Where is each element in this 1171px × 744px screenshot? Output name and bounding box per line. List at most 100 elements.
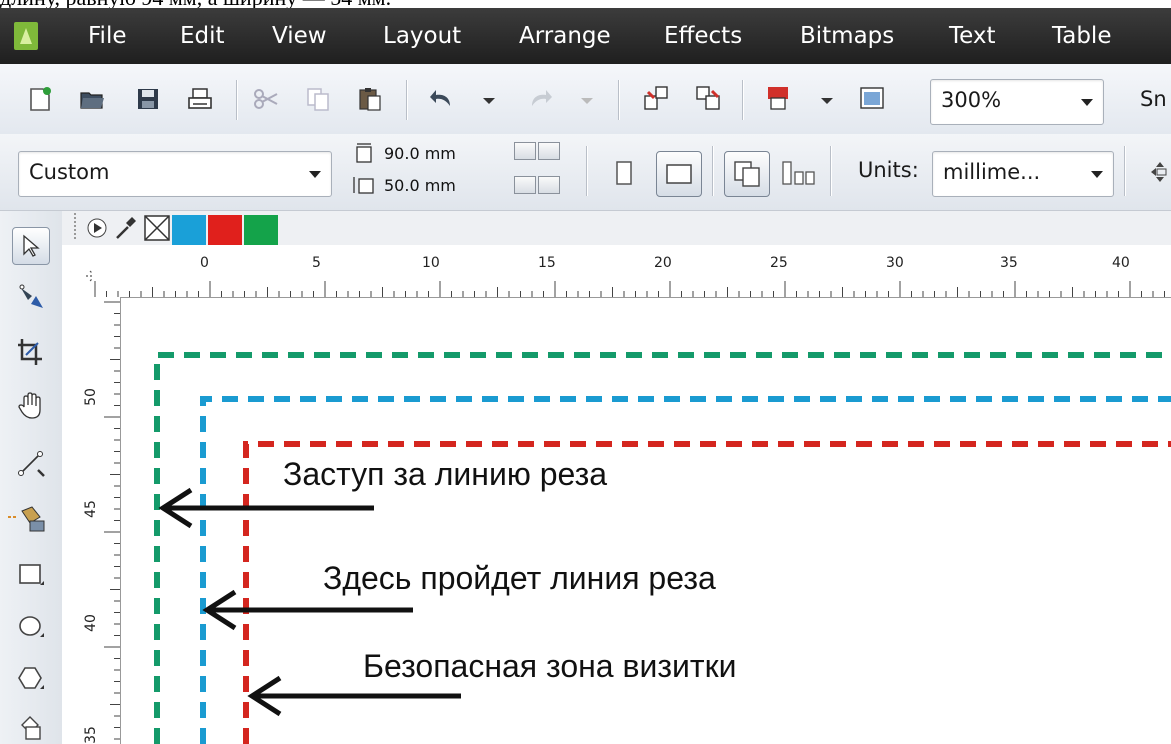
basic-shapes-tool-icon[interactable]: [16, 713, 46, 743]
page-preset-dropdown-arrow-icon: [309, 171, 321, 178]
v-ruler-label: 35: [82, 726, 99, 744]
no-color-swatch-icon[interactable]: [144, 215, 170, 241]
menu-file[interactable]: File: [88, 20, 127, 52]
new-document-icon[interactable]: [26, 85, 54, 113]
h-ruler-label: 5: [312, 255, 321, 271]
h-ruler-label: 30: [886, 255, 904, 271]
undo-dropdown-arrow-icon[interactable]: [482, 97, 496, 105]
toolbar-separator: [1124, 146, 1126, 196]
redo-icon[interactable]: [526, 84, 554, 112]
document-palette: [62, 211, 1171, 245]
horizontal-ruler[interactable]: 0 5 10 15 20 25 30 35 40: [92, 245, 1171, 298]
coreldraw-logo-icon: [14, 22, 38, 50]
landscape-orientation-icon: [666, 164, 692, 184]
h-ruler-label: 25: [770, 255, 788, 271]
arrow-to-cut-line: [202, 589, 413, 631]
bleed-dashed-line[interactable]: [154, 352, 1171, 744]
toolbar-separator: [742, 80, 744, 120]
smart-fill-tool-icon[interactable]: [8, 503, 48, 533]
drawing-canvas[interactable]: Заступ за линию реза Здесь пройдет линия…: [121, 298, 1171, 744]
toolbar-separator: [830, 146, 832, 196]
safe-zone-annotation: Безопасная зона визитки: [363, 648, 737, 684]
page-width-icon: [356, 143, 372, 163]
width-increase-button[interactable]: [538, 142, 560, 160]
units-dropdown-arrow-icon: [1091, 171, 1103, 178]
zoom-level-value: 300%: [941, 88, 1002, 112]
export-icon[interactable]: [694, 84, 722, 112]
save-icon[interactable]: [134, 85, 162, 113]
cut-icon[interactable]: [252, 85, 280, 113]
ellipse-tool-icon[interactable]: [16, 611, 46, 641]
units-label: Units:: [858, 158, 919, 182]
polygon-tool-icon[interactable]: [16, 663, 46, 693]
page-height-value[interactable]: 50.0 mm: [384, 176, 456, 195]
print-icon[interactable]: [186, 85, 214, 113]
width-decrease-button[interactable]: [514, 142, 536, 160]
palette-grip[interactable]: [74, 213, 76, 241]
portrait-orientation-icon[interactable]: [616, 161, 632, 185]
menu-table[interactable]: Table: [1052, 20, 1111, 52]
standard-toolbar: 300% Sn: [0, 64, 1171, 135]
palette-swatch-red[interactable]: [208, 215, 242, 245]
redo-dropdown-arrow-icon[interactable]: [580, 97, 594, 105]
palette-play-icon[interactable]: [86, 217, 108, 239]
full-screen-preview-icon[interactable]: [858, 84, 886, 112]
height-decrease-button[interactable]: [514, 176, 536, 194]
all-pages-icon: [734, 161, 760, 187]
toolbar-separator: [618, 80, 620, 120]
units-dropdown[interactable]: millime...: [932, 151, 1114, 197]
vertical-ruler[interactable]: 50 45 40 35: [62, 297, 121, 744]
toolbar-separator: [406, 80, 408, 120]
current-page-icon[interactable]: [782, 160, 816, 186]
pick-tool-arrow-icon: [23, 234, 40, 257]
all-pages-button[interactable]: [724, 151, 770, 197]
page-width-value[interactable]: 90.0 mm: [384, 144, 456, 163]
palette-swatch-green[interactable]: [244, 215, 278, 245]
crop-tool-icon[interactable]: [16, 337, 46, 367]
eyedropper-icon[interactable]: [114, 215, 138, 241]
page-size-preset-dropdown[interactable]: Custom: [18, 151, 332, 197]
h-ruler-label: 20: [654, 255, 672, 271]
menu-edit[interactable]: Edit: [180, 20, 225, 52]
undo-icon[interactable]: [428, 84, 456, 112]
nudge-distance-icon[interactable]: [1150, 161, 1170, 183]
open-folder-icon[interactable]: [78, 85, 106, 113]
toolbar-separator: [586, 146, 588, 196]
menu-arrange[interactable]: Arrange: [519, 20, 611, 52]
paste-icon[interactable]: [356, 85, 384, 113]
property-bar: Custom 90.0 mm 50.0 mm Units: millime...: [0, 134, 1171, 211]
publish-dropdown-arrow-icon[interactable]: [820, 97, 834, 105]
bleed-annotation: Заступ за линию реза: [283, 456, 608, 492]
palette-swatch-cyan[interactable]: [172, 215, 206, 245]
h-ruler-label: 10: [422, 255, 440, 271]
arrow-to-bleed: [158, 487, 374, 529]
h-ruler-label: 0: [200, 255, 209, 271]
menu-layout[interactable]: Layout: [383, 20, 461, 52]
zoom-level-dropdown[interactable]: 300%: [930, 79, 1104, 125]
rectangle-tool-icon[interactable]: [16, 559, 46, 589]
menu-effects[interactable]: Effects: [664, 20, 742, 52]
snap-to-label[interactable]: Sn: [1140, 87, 1167, 111]
h-ruler-label: 40: [1112, 255, 1130, 271]
cut-line-annotation: Здесь пройдет линия реза: [323, 560, 716, 596]
pick-tool-button[interactable]: [12, 227, 50, 265]
landscape-orientation-button[interactable]: [656, 151, 702, 197]
publish-to-pdf-icon[interactable]: [764, 84, 792, 112]
copy-icon[interactable]: [304, 85, 332, 113]
menu-text[interactable]: Text: [949, 20, 996, 52]
menu-view[interactable]: View: [272, 20, 327, 52]
page-height-icon: [353, 177, 374, 194]
vertical-ruler-ticks: [104, 301, 120, 740]
pan-hand-tool-icon[interactable]: [16, 391, 46, 421]
cropped-document-text: длину, равную 94 мм, а ширину — 54 мм.: [0, 0, 391, 9]
height-increase-button[interactable]: [538, 176, 560, 194]
freehand-curve-tool-icon[interactable]: [16, 448, 46, 478]
zoom-dropdown-arrow-icon: [1081, 99, 1093, 106]
v-ruler-label: 50: [82, 388, 99, 406]
menu-bar: File Edit View Layout Arrange Effects Bi…: [0, 8, 1171, 64]
shape-tool-icon[interactable]: [16, 282, 46, 312]
menu-bitmaps[interactable]: Bitmaps: [800, 20, 894, 52]
import-icon[interactable]: [642, 84, 670, 112]
page-preset-value: Custom: [29, 160, 110, 184]
units-value: millime...: [943, 160, 1041, 184]
